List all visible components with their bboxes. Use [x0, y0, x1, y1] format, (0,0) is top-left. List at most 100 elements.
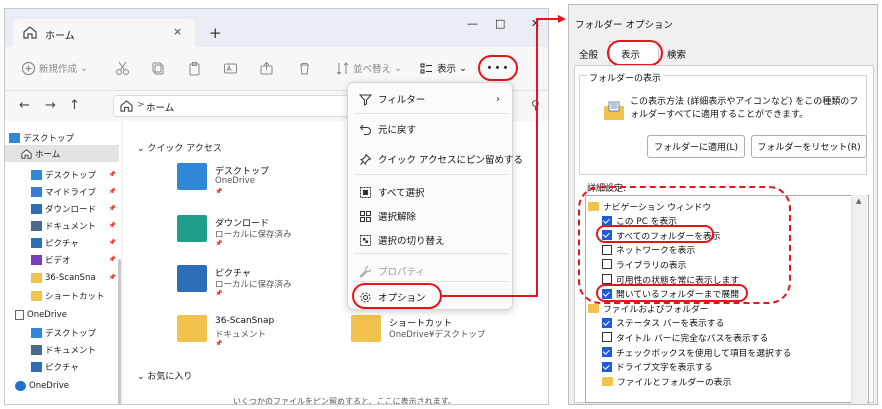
sidebar-item-label: ビデオ	[45, 255, 71, 266]
setting-label: ステータス バーを表示する	[616, 319, 725, 330]
reset-folders-button[interactable]: フォルダーをリセット(R)	[751, 135, 867, 158]
menu-item[interactable]: 選択解除	[348, 204, 514, 228]
dialog-title: フォルダー オプション	[575, 20, 674, 31]
quick-access-item-shortcut[interactable]: ショートカット OneDrive¥デスクトップ	[351, 313, 511, 355]
home-icon	[21, 148, 32, 159]
sidebar-item[interactable]: マイドライブ 📌	[5, 183, 119, 200]
menu-item[interactable]: 元に戻す	[348, 117, 514, 141]
sidebar-item[interactable]: OneDrive	[5, 377, 119, 394]
drive-icon	[31, 186, 42, 197]
share-button[interactable]	[259, 59, 274, 77]
sidebar-item[interactable]: ピクチャ	[5, 358, 119, 375]
minimize-button[interactable]: —	[467, 17, 478, 30]
setting-checkbox-row[interactable]: チェックボックスを使用して項目を選択する	[602, 345, 791, 359]
sidebar-item-label: ピクチャ	[45, 362, 79, 373]
menu-item[interactable]: クイック アクセスにピン留めする	[348, 147, 523, 171]
sort-button[interactable]: 並べ替え ⌄	[335, 59, 402, 77]
setting-group-row: ファイルとフォルダーの表示	[602, 374, 731, 388]
close-tab-icon[interactable]: ×	[173, 25, 182, 38]
view-label: 表示	[437, 64, 457, 75]
pin-icon: 📌	[108, 188, 116, 195]
delete-button[interactable]	[297, 59, 312, 77]
sidebar-item[interactable]: ビデオ 📌	[5, 251, 119, 268]
pin-icon	[358, 152, 372, 166]
sidebar-item[interactable]: ダウンロード 📌	[5, 200, 119, 217]
checkbox-checked[interactable]	[602, 347, 612, 357]
checkbox-checked[interactable]	[602, 317, 612, 328]
quick-access-item[interactable]: 36-ScanSnap ドキュメント 📌	[177, 313, 337, 355]
undo-icon	[358, 122, 372, 136]
document-icon	[31, 344, 42, 355]
scroll-up-icon[interactable]: ▲	[856, 197, 861, 205]
forward-button[interactable]: →	[45, 98, 56, 113]
quick-access-item[interactable]: ピクチャ ローカルに保存済み 📌	[177, 263, 337, 305]
menu-item[interactable]: フィルター ›	[348, 87, 514, 111]
setting-checkbox-row[interactable]: ステータス バーを表示する	[602, 316, 724, 330]
tab-general[interactable]: 全般	[579, 47, 598, 61]
menu-item-label: すべて選択	[378, 188, 425, 199]
sidebar-item-label: デスクトップ	[23, 133, 75, 144]
setting-checkbox-row[interactable]: ドライブ文字を表示する	[602, 360, 713, 374]
more-options-button[interactable]: ･･･	[478, 55, 518, 81]
sidebar-item[interactable]: OneDrive	[5, 306, 119, 323]
sidebar-item-label: ホーム	[35, 149, 61, 160]
pin-icon: 📌	[215, 240, 223, 247]
quick-access-header[interactable]: ⌄ クイック アクセス	[137, 141, 222, 154]
quick-access-item[interactable]: デスクトップ OneDrive 📌	[177, 161, 337, 203]
quick-access-label: クイック アクセス	[147, 144, 222, 154]
item-location: ローカルに保存済み	[215, 280, 292, 290]
sidebar-item[interactable]: デスクトップ 📌	[5, 166, 119, 183]
maximize-button[interactable]: □	[495, 17, 505, 30]
view-button[interactable]: 表示 ⌄	[419, 59, 467, 77]
menu-separator	[354, 113, 508, 114]
sidebar-item[interactable]: デスクトップ	[5, 324, 119, 341]
quick-access-item[interactable]: ダウンロード ローカルに保存済み 📌	[177, 213, 337, 255]
sidebar-item-label: デスクトップ	[45, 328, 97, 339]
sidebar-scrollbar[interactable]	[118, 259, 121, 404]
back-button[interactable]: ←	[19, 98, 30, 113]
pin-icon: 📌	[108, 239, 116, 246]
sidebar-item-label: ドキュメント	[45, 221, 97, 232]
desktop-icon	[31, 169, 42, 180]
sidebar-item[interactable]: ショートカット	[5, 287, 119, 304]
sidebar-item[interactable]: 36-ScanSna 📌	[5, 269, 119, 286]
sidebar-item[interactable]: ホーム	[5, 145, 119, 162]
menu-item-label: 元に戻す	[378, 125, 417, 136]
home-icon	[120, 100, 133, 112]
item-location: ローカルに保存済み	[215, 230, 292, 240]
breadcrumb[interactable]: ホーム	[146, 100, 174, 114]
tab-home[interactable]: ホーム ×	[13, 19, 195, 47]
cut-button[interactable]	[115, 59, 130, 77]
sidebar-item[interactable]: ピクチャ 📌	[5, 234, 119, 251]
copy-button[interactable]	[151, 59, 166, 77]
select-none-icon	[358, 209, 372, 223]
menu-separator	[354, 253, 508, 254]
rename-button[interactable]	[223, 59, 238, 77]
new-tab-button[interactable]: +	[209, 24, 222, 42]
sidebar-item[interactable]: ドキュメント	[5, 341, 119, 358]
checkbox-unchecked[interactable]	[602, 332, 612, 343]
setting-checkbox-row[interactable]: タイトル バーに完全なパスを表示する	[602, 330, 768, 344]
connector-line-h	[442, 295, 537, 297]
apply-to-folders-button[interactable]: フォルダーに適用(L)	[647, 135, 745, 158]
pin-icon: 📌	[108, 205, 116, 212]
folder-icon	[177, 163, 207, 190]
settings-scrollbar[interactable]: ▲	[851, 195, 867, 403]
menu-item[interactable]: 選択の切り替え	[348, 228, 514, 252]
menu-item[interactable]: プロパティ	[348, 259, 514, 283]
tab-search[interactable]: 検索	[667, 47, 686, 61]
menu-item[interactable]: すべて選択	[348, 180, 514, 204]
sidebar-item[interactable]: ドキュメント 📌	[5, 217, 119, 234]
favorites-header[interactable]: ⌄ お気に入り	[137, 369, 192, 382]
picture-icon	[31, 237, 42, 248]
up-icon[interactable]: ↑	[69, 98, 80, 113]
new-button[interactable]: 新規作成 ⌄	[21, 59, 88, 77]
view-tab-highlight-ring	[607, 40, 663, 66]
paste-button[interactable]	[187, 59, 202, 77]
checkbox-checked[interactable]	[602, 361, 612, 372]
pin-icon: 📌	[215, 290, 223, 297]
item-location: OneDrive	[215, 176, 255, 186]
options-highlight-ring	[352, 283, 442, 309]
menu-separator	[354, 281, 508, 282]
sidebar-item[interactable]: デスクトップ	[5, 129, 119, 146]
